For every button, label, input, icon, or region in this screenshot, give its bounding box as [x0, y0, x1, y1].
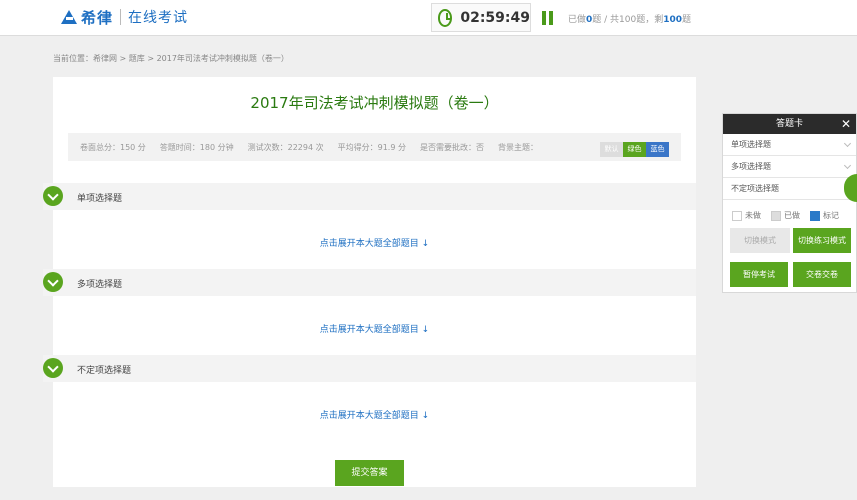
- exam-panel: 2017年司法考试冲刺模拟题（卷一） 卷面总分：150 分 答题时间：180 分…: [43, 77, 696, 487]
- clock-icon: [438, 8, 453, 27]
- submit-exam-button[interactable]: 交卷交卷: [793, 262, 851, 287]
- marked-swatch: [810, 210, 820, 221]
- theme-green-button[interactable]: 绿色: [623, 142, 646, 157]
- section-title: 多项选择题: [77, 280, 123, 290]
- logo-icon: [60, 8, 78, 26]
- logo-divider: [120, 9, 122, 25]
- breadcrumb[interactable]: 当前位置：希律网 > 题库 > 2017年司法考试冲刺模拟题（卷一）: [53, 53, 289, 64]
- manual-grading: 是否需要批改：否: [419, 142, 484, 152]
- countdown-timer: 02:59:49: [431, 3, 531, 32]
- close-icon[interactable]: ✕: [841, 114, 851, 134]
- pause-icon[interactable]: [542, 11, 554, 25]
- chevron-down-icon: [843, 161, 852, 170]
- answered-swatch: [771, 210, 781, 221]
- theme-label: 背景主题：: [497, 142, 538, 152]
- expand-section-link[interactable]: 点击展开本大题全部题目 ↓: [53, 236, 696, 249]
- section-header-indefinite[interactable]: 不定项选择题: [43, 355, 696, 382]
- chevron-down-icon[interactable]: [43, 272, 63, 292]
- chevron-down-icon[interactable]: [43, 186, 63, 206]
- unanswered-swatch: [732, 210, 742, 221]
- answer-card-title: 答题卡: [775, 119, 803, 129]
- chevron-down-icon: [843, 139, 852, 148]
- section-header-multiple[interactable]: 多项选择题: [43, 269, 696, 296]
- logo-subtitle: 在线考试: [128, 10, 189, 26]
- theme-default-button[interactable]: 默认: [600, 142, 623, 157]
- answer-card-panel: 答题卡 ✕ 单项选择题 多项选择题 不定项选择题 未做 已做 标记 切换模式 切…: [722, 113, 857, 293]
- logo[interactable]: 希律 在线考试: [60, 6, 188, 28]
- answer-card-item[interactable]: 不定项选择题: [723, 178, 856, 200]
- expand-section-link[interactable]: 点击展开本大题全部题目 ↓: [53, 408, 696, 421]
- answer-card-item[interactable]: 单项选择题: [723, 134, 856, 156]
- section-title: 单项选择题: [77, 194, 123, 204]
- exam-time: 答题时间：180 分钟: [159, 142, 234, 152]
- progress-summary: 已做0题 / 共100题，剩100题: [568, 15, 692, 25]
- top-header: 希律 在线考试 02:59:49 已做0题 / 共100题，剩100题: [0, 0, 857, 36]
- total-score: 卷面总分：150 分: [80, 142, 146, 152]
- section-header-single[interactable]: 单项选择题: [43, 183, 696, 210]
- section-title: 不定项选择题: [77, 366, 132, 376]
- practice-mode-button[interactable]: 切换练习模式: [793, 228, 851, 253]
- theme-switcher: 默认 绿色 蓝色: [600, 142, 669, 157]
- answer-card-header: 答题卡 ✕: [723, 114, 856, 134]
- theme-blue-button[interactable]: 蓝色: [646, 142, 669, 157]
- logo-brand: 希律: [81, 8, 114, 27]
- submit-answer-button[interactable]: 提交答案: [335, 460, 404, 486]
- answer-legend: 未做 已做 标记: [732, 210, 849, 221]
- chevron-down-icon[interactable]: [43, 358, 63, 378]
- mode-switch-button[interactable]: 切换模式: [730, 228, 790, 253]
- pause-exam-button[interactable]: 暂停考试: [730, 262, 788, 287]
- attempt-count: 测试次数：22294 次: [247, 142, 324, 152]
- expand-section-link[interactable]: 点击展开本大题全部题目 ↓: [53, 322, 696, 335]
- timer-value: 02:59:49: [460, 9, 530, 26]
- average-score: 平均得分：91.9 分: [337, 142, 406, 152]
- page-title: 2017年司法考试冲刺模拟题（卷一）: [250, 94, 499, 112]
- exam-info-bar: 卷面总分：150 分 答题时间：180 分钟 测试次数：22294 次 平均得分…: [68, 133, 681, 161]
- answer-card-item[interactable]: 多项选择题: [723, 156, 856, 178]
